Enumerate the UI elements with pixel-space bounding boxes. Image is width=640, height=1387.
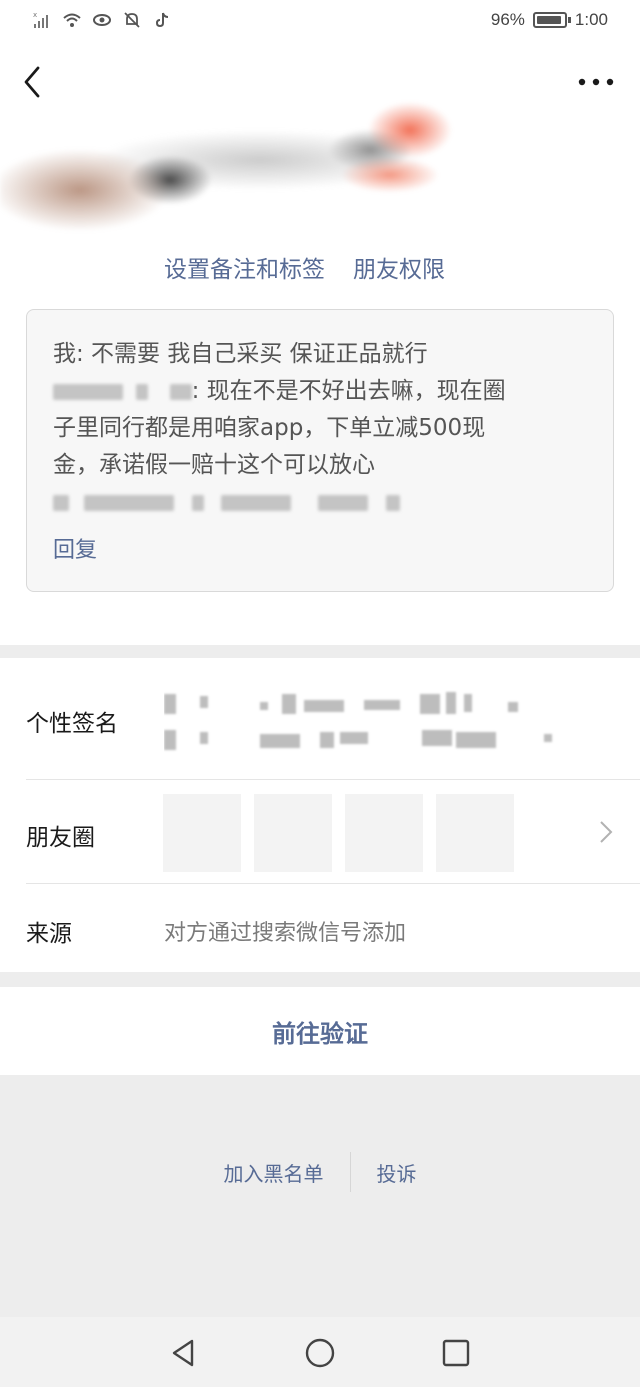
verification-message-card: 我: 不需要 我自己采买 保证正品就行 : 现在不是不好出去嘛，现在圈 子里同行… [26,309,614,592]
nav-home-icon[interactable] [304,1337,336,1369]
chevron-right-icon [600,821,613,843]
message-line-4: 金，承诺假一赔十这个可以放心 [53,452,375,478]
message-line-1: 我: 不需要 我自己采买 保证正品就行 [53,341,428,367]
profile-links: 设置备注和标签 朋友权限 [164,250,445,284]
verify-button[interactable]: 前往验证 [272,1014,368,1049]
system-nav-bar [0,1317,640,1387]
wifi-icon [63,13,81,27]
friend-permissions-link[interactable]: 朋友权限 [353,250,445,284]
redacted-text-block [53,494,69,511]
bell-off-icon [124,12,140,28]
bottom-actions: 加入黑名单 投诉 [0,1152,640,1192]
link-separator [349,1152,351,1192]
redacted-profile-area [0,100,480,270]
redacted-text-block [318,494,369,511]
moments-thumbnail [254,794,332,872]
message-line-2: : 现在不是不好出去嘛，现在圈 [53,373,587,410]
tiktok-icon [155,12,169,28]
status-icons: x [32,10,172,30]
source-row: 来源 对方通过搜索微信号添加 [0,884,640,972]
redacted-text-block [385,494,400,511]
reply-link[interactable]: 回复 [53,532,97,569]
nav-recents-icon[interactable] [440,1337,472,1369]
moments-label: 朋友圈 [26,825,95,851]
add-to-blacklist-link[interactable]: 加入黑名单 [224,1158,324,1187]
redacted-name-block [136,383,149,400]
svg-text:x: x [33,11,37,19]
message-line-5-redacted [53,484,587,521]
message-line-3: 子里同行都是用咱家app，下单立减500现 [53,415,486,441]
source-value: 对方通过搜索微信号添加 [164,921,407,946]
source-label: 来源 [26,921,72,947]
status-right: 96% 1:00 [491,10,608,30]
moments-thumbnail [345,794,423,872]
battery-percent: 96% [490,10,525,29]
redacted-name-block [53,383,123,400]
nav-back-icon[interactable] [168,1337,200,1369]
battery-icon [532,12,571,28]
moments-row[interactable]: 朋友圈 [0,658,640,884]
moments-thumbnails [163,794,514,872]
clock: 1:00 [574,10,608,29]
more-dots-icon[interactable] [576,72,616,92]
message-line-2-text: : 现在不是不好出去嘛，现在圈 [191,378,506,404]
set-remark-link[interactable]: 设置备注和标签 [164,250,325,284]
redacted-text-block [220,494,291,511]
redacted-text-block [191,494,204,511]
verify-section: 前往验证 [0,987,640,1075]
back-chevron-icon[interactable] [18,64,50,100]
eye-icon [93,14,111,26]
moments-thumbnail [163,794,241,872]
status-bar: x 96% 1:00 [0,0,640,44]
redacted-text-block [84,494,175,511]
complain-link[interactable]: 投诉 [377,1158,417,1187]
moments-thumbnail [436,794,514,872]
redacted-name-block [169,383,192,400]
profile-info-section: 个性签名 朋友圈 来源 对方通过搜索微信号添加 [0,658,640,972]
signal-icon: x [33,11,48,28]
